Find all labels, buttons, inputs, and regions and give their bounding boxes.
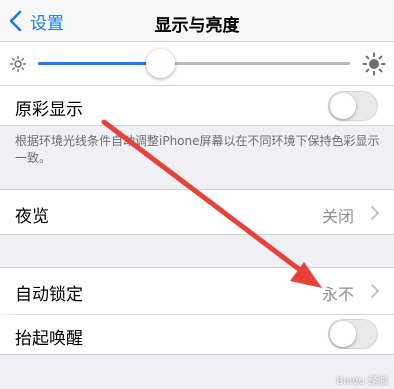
display-brightness-screen: 设置 显示与亮度 原彩显示 根据环境光线条件自动调整iPhone屏幕以在不同环境… (0, 0, 394, 389)
brightness-slider[interactable] (38, 49, 350, 78)
true-tone-footnote: 根据环境光线条件自动调整iPhone屏幕以在不同环境下保持色彩显示一致。 (15, 134, 380, 165)
sun-small-icon (9, 55, 27, 73)
brightness-slider-thumb[interactable] (145, 49, 175, 78)
brightness-slider-fill (38, 62, 160, 65)
true-tone-toggle[interactable] (328, 91, 378, 121)
night-shift-row[interactable]: 夜览 关闭 (0, 190, 394, 235)
night-shift-value: 关闭 (321, 207, 354, 226)
chevron-right-icon (371, 284, 379, 298)
raise-to-wake-toggle-knob (330, 321, 356, 347)
navigation-bar: 设置 显示与亮度 (0, 0, 394, 42)
raise-to-wake-toggle[interactable] (328, 319, 378, 349)
auto-lock-row[interactable]: 自动锁定 永不 (0, 268, 394, 314)
auto-lock-label: 自动锁定 (15, 285, 83, 305)
raise-to-wake-row: 抬起唤醒 (0, 315, 394, 355)
brightness-row (0, 42, 394, 86)
true-tone-toggle-knob (330, 93, 356, 119)
raise-to-wake-label: 抬起唤醒 (15, 329, 83, 349)
watermark: Baidu 经验 (336, 376, 388, 387)
true-tone-label: 原彩显示 (15, 100, 83, 120)
true-tone-row: 原彩显示 (0, 86, 394, 126)
sun-large-icon (362, 52, 386, 76)
night-shift-label: 夜览 (15, 207, 49, 227)
page-title: 显示与亮度 (154, 16, 240, 36)
auto-lock-value: 永不 (321, 285, 354, 304)
chevron-right-icon (371, 206, 379, 220)
